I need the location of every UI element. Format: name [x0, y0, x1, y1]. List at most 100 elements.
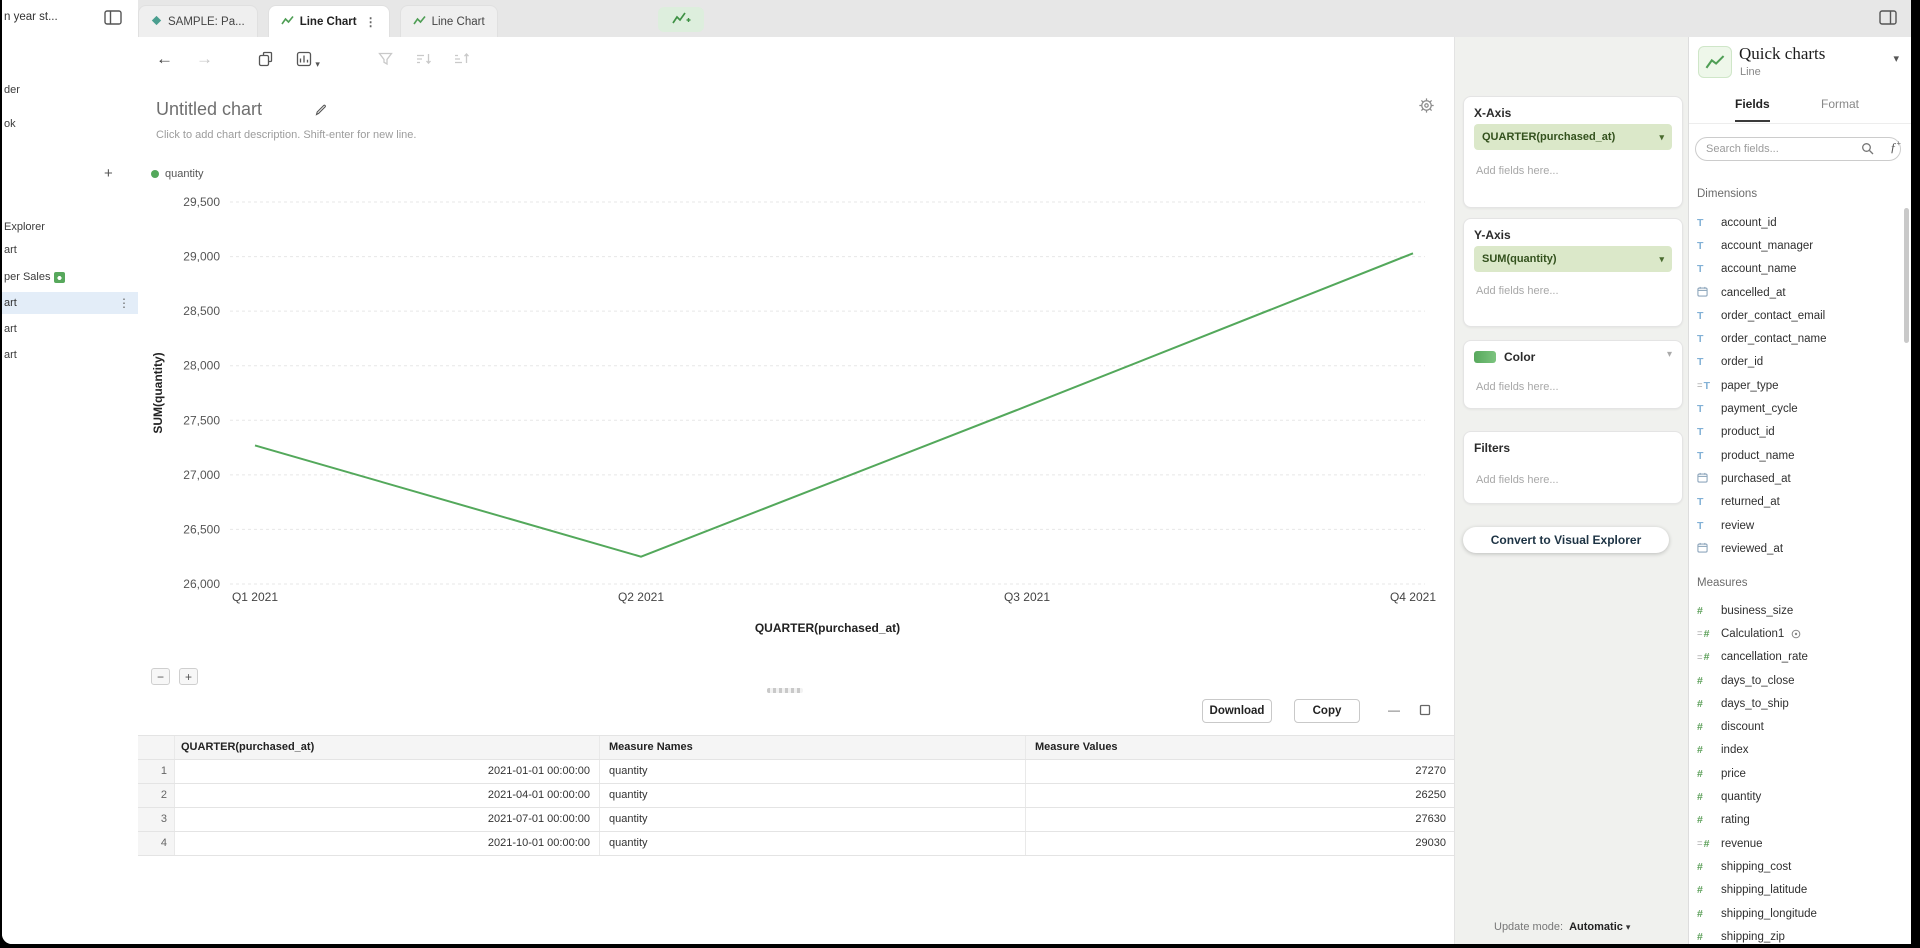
- table-row[interactable]: 22021-04-01 00:00:00quantity26250: [138, 784, 1454, 808]
- sidebar-item-selected[interactable]: art⋮: [2, 292, 138, 314]
- back-button[interactable]: ←: [156, 49, 173, 69]
- field-item-account_id[interactable]: Taccount_id: [1689, 211, 1903, 234]
- x-axis-dropzone[interactable]: Add fields here...: [1476, 165, 1559, 177]
- chart-style-icon[interactable]: ▾: [296, 51, 320, 70]
- field-item-days_to_close[interactable]: #days_to_close: [1689, 669, 1903, 692]
- sidebar-item[interactable]: art: [4, 244, 17, 256]
- y-axis-card: Y-Axis SUM(quantity) ▾ Add fields here..…: [1463, 218, 1683, 327]
- sidebar-item[interactable]: ok: [4, 118, 16, 130]
- cell-measure-value: 29030: [1026, 832, 1454, 855]
- cell-measure-name: quantity: [600, 784, 1026, 807]
- sidebar-add-button[interactable]: +: [104, 165, 113, 182]
- field-item-shipping_zip[interactable]: #shipping_zip: [1689, 925, 1903, 944]
- field-item-returned_at[interactable]: Treturned_at: [1689, 491, 1903, 514]
- field-item-business_size[interactable]: #business_size: [1689, 599, 1903, 622]
- field-item-payment_cycle[interactable]: Tpayment_cycle: [1689, 397, 1903, 420]
- right-panel-toggle-icon[interactable]: [1879, 10, 1897, 28]
- color-swatch[interactable]: [1474, 351, 1496, 363]
- field-item-revenue[interactable]: =#revenue: [1689, 832, 1903, 855]
- text-type-icon: T: [1697, 496, 1703, 508]
- sidebar-item[interactable]: Explorer: [4, 221, 45, 233]
- sidebar-item[interactable]: per Sales: [4, 271, 65, 283]
- tab-0-sample-pa-[interactable]: SAMPLE: Pa...: [138, 5, 258, 37]
- field-item-quantity[interactable]: #quantity: [1689, 785, 1903, 808]
- field-item-review[interactable]: Treview: [1689, 514, 1903, 537]
- zoom-in-button[interactable]: +: [179, 668, 198, 685]
- sidebar-item[interactable]: art: [4, 349, 17, 361]
- field-item-product_id[interactable]: Tproduct_id: [1689, 421, 1903, 444]
- sidebar-item[interactable]: art: [4, 323, 17, 335]
- maximize-table-icon[interactable]: [1419, 704, 1431, 719]
- cell-quarter: 2021-07-01 00:00:00: [175, 808, 600, 831]
- fields-panel-tabs: Fields Format: [1689, 89, 1911, 124]
- number-type-icon: #: [1697, 814, 1703, 826]
- table-toolbar: Download Copy —: [138, 699, 1454, 723]
- chart-settings-gear-icon[interactable]: [1418, 97, 1435, 117]
- tab-fields[interactable]: Fields: [1735, 97, 1770, 122]
- field-item-account_manager[interactable]: Taccount_manager: [1689, 234, 1903, 257]
- tab-2-line-chart[interactable]: Line Chart: [400, 5, 498, 37]
- convert-to-visual-explorer-button[interactable]: Convert to Visual Explorer: [1463, 527, 1669, 553]
- filters-dropzone[interactable]: Add fields here...: [1476, 474, 1559, 486]
- field-item-cancellation_rate[interactable]: =#cancellation_rate: [1689, 646, 1903, 669]
- field-item-order_contact_name[interactable]: Torder_contact_name: [1689, 327, 1903, 350]
- zoom-out-button[interactable]: −: [151, 668, 170, 685]
- panel-resize-handle[interactable]: [767, 688, 803, 693]
- column-header[interactable]: Measure Names: [600, 736, 1026, 759]
- minimize-table-icon[interactable]: —: [1388, 703, 1400, 717]
- table-row[interactable]: 32021-07-01 00:00:00quantity27630: [138, 808, 1454, 832]
- dimensions-list: Taccount_idTaccount_managerTaccount_name…: [1689, 211, 1903, 560]
- x-axis-field-pill[interactable]: QUARTER(purchased_at) ▾: [1474, 124, 1672, 150]
- sidebar-toggle-icon[interactable]: [104, 10, 122, 28]
- cell-quarter: 2021-10-01 00:00:00: [175, 832, 600, 855]
- tab-1-line-chart[interactable]: Line Chart⋮: [268, 5, 390, 37]
- calculation-info-icon[interactable]: [1791, 629, 1801, 639]
- field-item-shipping_cost[interactable]: #shipping_cost: [1689, 855, 1903, 878]
- y-axis-dropzone[interactable]: Add fields here...: [1476, 285, 1559, 297]
- new-chart-tab-button[interactable]: [658, 7, 704, 32]
- quick-charts-title: Quick charts: [1739, 44, 1825, 64]
- field-item-shipping_latitude[interactable]: #shipping_latitude: [1689, 879, 1903, 902]
- item-menu-icon[interactable]: ⋮: [118, 296, 130, 310]
- field-item-reviewed_at[interactable]: reviewed_at: [1689, 537, 1903, 560]
- color-dropzone[interactable]: Add fields here...: [1476, 381, 1559, 393]
- update-mode-value[interactable]: Automatic: [1569, 921, 1623, 933]
- y-axis-field-pill[interactable]: SUM(quantity) ▾: [1474, 246, 1672, 272]
- download-button[interactable]: Download: [1202, 699, 1272, 723]
- field-item-cancelled_at[interactable]: cancelled_at: [1689, 281, 1903, 304]
- column-header[interactable]: Measure Values: [1026, 736, 1454, 759]
- table-row[interactable]: 12021-01-01 00:00:00quantity27270: [138, 760, 1454, 784]
- edit-title-pencil-icon[interactable]: [314, 103, 328, 120]
- fields-scrollbar[interactable]: [1904, 208, 1909, 343]
- field-item-order_contact_email[interactable]: Torder_contact_email: [1689, 304, 1903, 327]
- field-item-paper_type[interactable]: =Tpaper_type: [1689, 374, 1903, 397]
- chevron-down-icon[interactable]: ▾: [1893, 52, 1899, 65]
- cell-measure-value: 26250: [1026, 784, 1454, 807]
- line-chart[interactable]: 26,00026,50027,00027,50028,00028,50029,0…: [140, 195, 1451, 645]
- sidebar: + der ok Explorer art per Sales art⋮ art art: [2, 37, 139, 944]
- field-item-purchased_at[interactable]: purchased_at: [1689, 467, 1903, 490]
- copy-button[interactable]: Copy: [1294, 699, 1360, 723]
- field-item-discount[interactable]: #discount: [1689, 715, 1903, 738]
- field-item-shipping_longitude[interactable]: #shipping_longitude: [1689, 902, 1903, 925]
- chart-description-placeholder[interactable]: Click to add chart description. Shift-en…: [156, 129, 416, 141]
- sidebar-item[interactable]: der: [4, 84, 20, 96]
- field-item-index[interactable]: #index: [1689, 739, 1903, 762]
- add-formula-icon[interactable]: ƒ+: [1890, 139, 1901, 155]
- duplicate-icon[interactable]: [258, 51, 274, 70]
- column-header[interactable]: QUARTER(purchased_at): [175, 736, 600, 759]
- field-item-product_name[interactable]: Tproduct_name: [1689, 444, 1903, 467]
- field-item-Calculation1[interactable]: =#Calculation1: [1689, 622, 1903, 645]
- field-item-days_to_ship[interactable]: #days_to_ship: [1689, 692, 1903, 715]
- chart-title[interactable]: Untitled chart: [156, 99, 262, 120]
- field-item-account_name[interactable]: Taccount_name: [1689, 258, 1903, 281]
- field-item-order_id[interactable]: Torder_id: [1689, 351, 1903, 374]
- field-item-rating[interactable]: #rating: [1689, 809, 1903, 832]
- field-item-price[interactable]: #price: [1689, 762, 1903, 785]
- table-row[interactable]: 42021-10-01 00:00:00quantity29030: [138, 832, 1454, 856]
- chart-legend[interactable]: quantity: [151, 168, 204, 180]
- chevron-down-icon[interactable]: ▾: [1667, 349, 1672, 360]
- tab-format[interactable]: Format: [1821, 97, 1859, 120]
- number-type-icon: #: [1697, 908, 1703, 920]
- tab-menu-icon[interactable]: ⋮: [365, 15, 377, 29]
